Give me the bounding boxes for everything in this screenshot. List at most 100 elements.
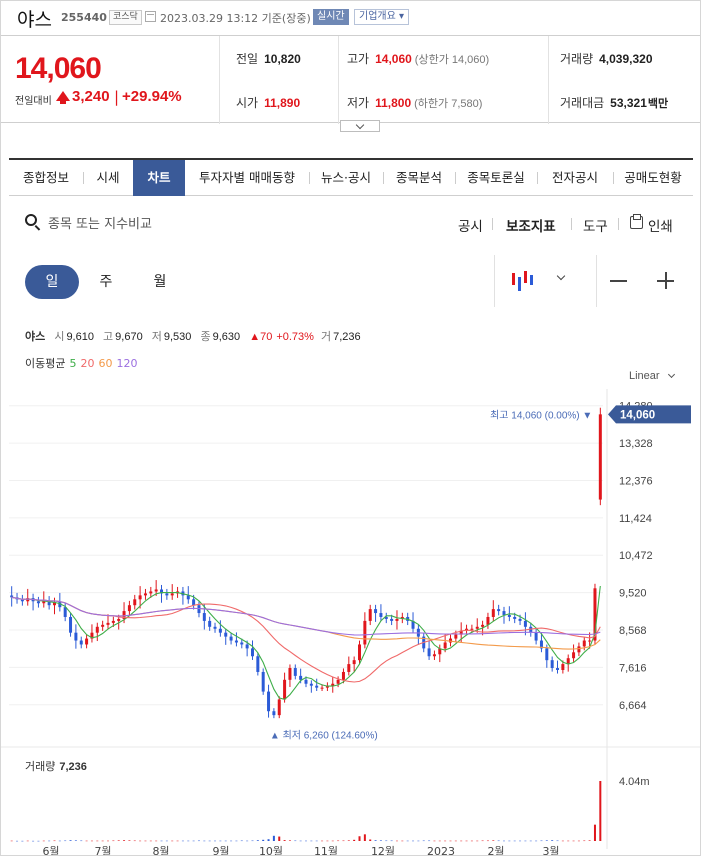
- tab-item[interactable]: 뉴스·공시: [309, 160, 383, 196]
- stock-name[interactable]: 야스: [17, 5, 52, 32]
- volume-bar: [369, 839, 372, 841]
- tab-item[interactable]: 투자자별 매매동향: [185, 160, 309, 196]
- market-badge: 코스닥: [109, 10, 142, 25]
- candle-body: [111, 620, 115, 623]
- volume-max-label: 4.04m: [619, 776, 650, 788]
- price-chart[interactable]: 14,28013,32812,37611,42410,4729,5208,568…: [1, 389, 700, 855]
- candle: [416, 624, 420, 645]
- y-tick-label: 12,376: [619, 475, 653, 487]
- tab-item[interactable]: 종목분석: [383, 160, 455, 196]
- period-button[interactable]: 주: [79, 265, 133, 299]
- tab-item[interactable]: 전자공시: [537, 160, 613, 196]
- period-selector: 일주월: [25, 265, 195, 299]
- candle: [368, 604, 372, 626]
- volume-bar: [321, 840, 324, 842]
- volume-bar: [32, 840, 35, 842]
- volume-bar: [267, 839, 270, 841]
- company-overview-button[interactable]: 기업개요 ▾: [354, 9, 410, 25]
- candle-body: [202, 613, 206, 621]
- candle-body: [170, 593, 174, 596]
- candle: [10, 586, 14, 607]
- candle: [74, 624, 78, 649]
- candle-body: [106, 622, 110, 625]
- volume-bar: [187, 840, 190, 842]
- candle: [277, 696, 281, 719]
- search-icon[interactable]: [25, 214, 37, 226]
- x-tick-label: 3월: [542, 845, 559, 855]
- print-button[interactable]: 인쇄: [648, 215, 673, 235]
- candle: [42, 591, 46, 608]
- volume-bar: [310, 840, 313, 842]
- volume-bar: [117, 840, 120, 841]
- volume-bar: [64, 840, 67, 842]
- candle-body: [352, 660, 356, 665]
- candle: [438, 644, 442, 663]
- candle: [101, 620, 105, 631]
- candle: [534, 628, 538, 645]
- candle: [160, 584, 164, 603]
- disclosure-button[interactable]: 공시: [458, 215, 483, 235]
- volume-bar: [508, 840, 511, 842]
- low-annotation: ▲ 최저 6,260 (124.60%): [270, 730, 378, 742]
- candle: [20, 594, 24, 606]
- compare-search-input[interactable]: [48, 213, 308, 235]
- price-tag-label: 14,060: [620, 409, 655, 421]
- tab-item[interactable]: 공매도현황: [613, 160, 693, 196]
- candle-body: [299, 675, 303, 680]
- volume-bar: [80, 840, 83, 842]
- zoom-in-icon[interactable]: [657, 274, 674, 287]
- tab-item[interactable]: 차트: [133, 160, 185, 196]
- candle-body: [443, 642, 447, 649]
- indicators-button[interactable]: 보조지표: [506, 215, 556, 235]
- candle: [374, 604, 378, 622]
- candle: [497, 604, 501, 616]
- tab-item[interactable]: 종목토론실: [455, 160, 537, 196]
- volume-bar: [21, 840, 24, 842]
- volume-bar: [139, 840, 142, 842]
- volume-bar: [492, 840, 495, 841]
- quote-label: 거래량: [560, 52, 594, 66]
- candle: [127, 600, 131, 616]
- moving-average-legend[interactable]: 이동평균 5 20 60 120: [25, 355, 141, 371]
- quote-label: 시가: [236, 96, 259, 110]
- quote-value: 14,060: [375, 52, 412, 66]
- candle-body: [374, 609, 378, 614]
- candlestick-type-icon[interactable]: [512, 269, 536, 293]
- candle: [36, 596, 40, 608]
- volume-bar: [519, 840, 522, 842]
- drawing-tools-button[interactable]: 도구: [583, 215, 608, 235]
- volume-bar: [545, 840, 548, 841]
- ma-line-120: [11, 596, 601, 636]
- candle-body: [79, 640, 83, 645]
- volume-bar: [48, 840, 51, 842]
- chevron-down-icon[interactable]: [667, 370, 676, 379]
- scale-selector[interactable]: Linear: [629, 370, 660, 382]
- x-tick-labels: 6월 7월 8월 9월 10월 11월 12월 2023 2월 3월: [42, 845, 559, 855]
- candle: [213, 622, 217, 633]
- volume-bar: [599, 781, 602, 841]
- zoom-out-icon[interactable]: [610, 280, 627, 282]
- candle: [363, 612, 367, 649]
- tab-item[interactable]: 시세: [83, 160, 133, 196]
- volume-bar: [283, 840, 286, 841]
- volume-bar: [551, 840, 554, 841]
- printer-icon[interactable]: [630, 214, 643, 229]
- candle-body: [550, 660, 554, 669]
- close-value: 9,630: [212, 331, 241, 343]
- volume-bar: [454, 840, 457, 842]
- volume-bars: [10, 781, 602, 842]
- volume-bar: [503, 840, 505, 842]
- candle-body: [491, 609, 495, 617]
- volume-bar: [577, 840, 580, 842]
- period-button[interactable]: 일: [25, 265, 79, 299]
- candle-body: [427, 648, 431, 657]
- candle-body: [497, 609, 501, 612]
- candle-body: [138, 595, 142, 600]
- tab-item[interactable]: 종합정보: [9, 160, 83, 196]
- expand-summary-button[interactable]: [340, 120, 380, 132]
- volume-bar: [214, 840, 217, 842]
- candle-body: [395, 618, 399, 621]
- candle-body: [556, 668, 560, 670]
- quote-item: 시가 11,890: [236, 94, 300, 111]
- period-button[interactable]: 월: [133, 265, 187, 299]
